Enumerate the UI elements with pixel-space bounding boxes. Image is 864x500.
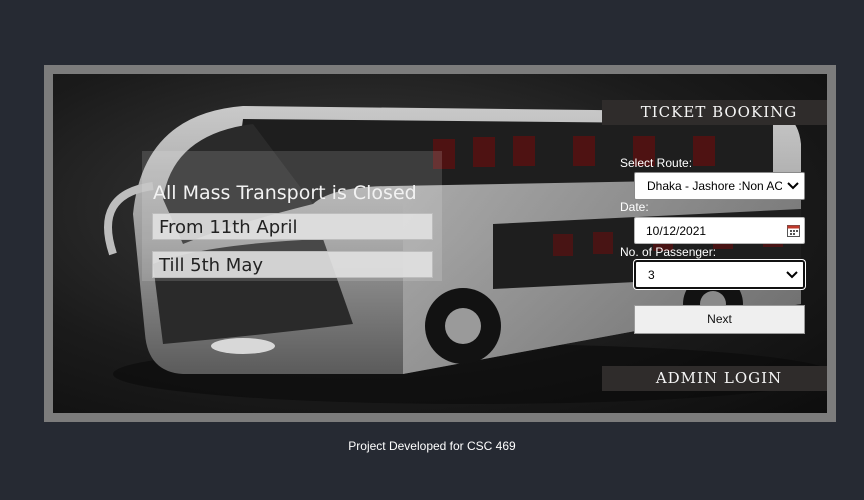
date-input-value: 10/12/2021 (646, 223, 707, 238)
footer-text: Project Developed for CSC 469 (348, 439, 516, 453)
chevron-down-icon (782, 173, 804, 199)
date-input[interactable]: 10/12/2021 (634, 217, 805, 244)
chevron-down-icon (781, 262, 803, 287)
passenger-select-value: 3 (648, 267, 655, 282)
passenger-select[interactable]: 3 (634, 260, 805, 289)
route-label: Select Route: (620, 156, 693, 170)
ticket-booking-header: TICKET BOOKING (602, 100, 827, 125)
calendar-icon[interactable] (782, 218, 804, 243)
passenger-label: No. of Passenger: (620, 245, 717, 259)
admin-login-button[interactable]: ADMIN LOGIN (602, 366, 827, 391)
hero-frame: All Mass Transport is Closed From 11th A… (44, 65, 836, 422)
notice-title: All Mass Transport is Closed (153, 182, 417, 204)
route-select[interactable]: Dhaka - Jashore :Non AC (634, 172, 805, 200)
route-select-value: Dhaka - Jashore :Non AC (647, 179, 782, 193)
notice-from: From 11th April (152, 213, 433, 240)
date-label: Date: (620, 200, 649, 214)
notice-till: Till 5th May (152, 251, 433, 278)
hero-banner: All Mass Transport is Closed From 11th A… (53, 74, 827, 413)
next-button[interactable]: Next (634, 305, 805, 334)
